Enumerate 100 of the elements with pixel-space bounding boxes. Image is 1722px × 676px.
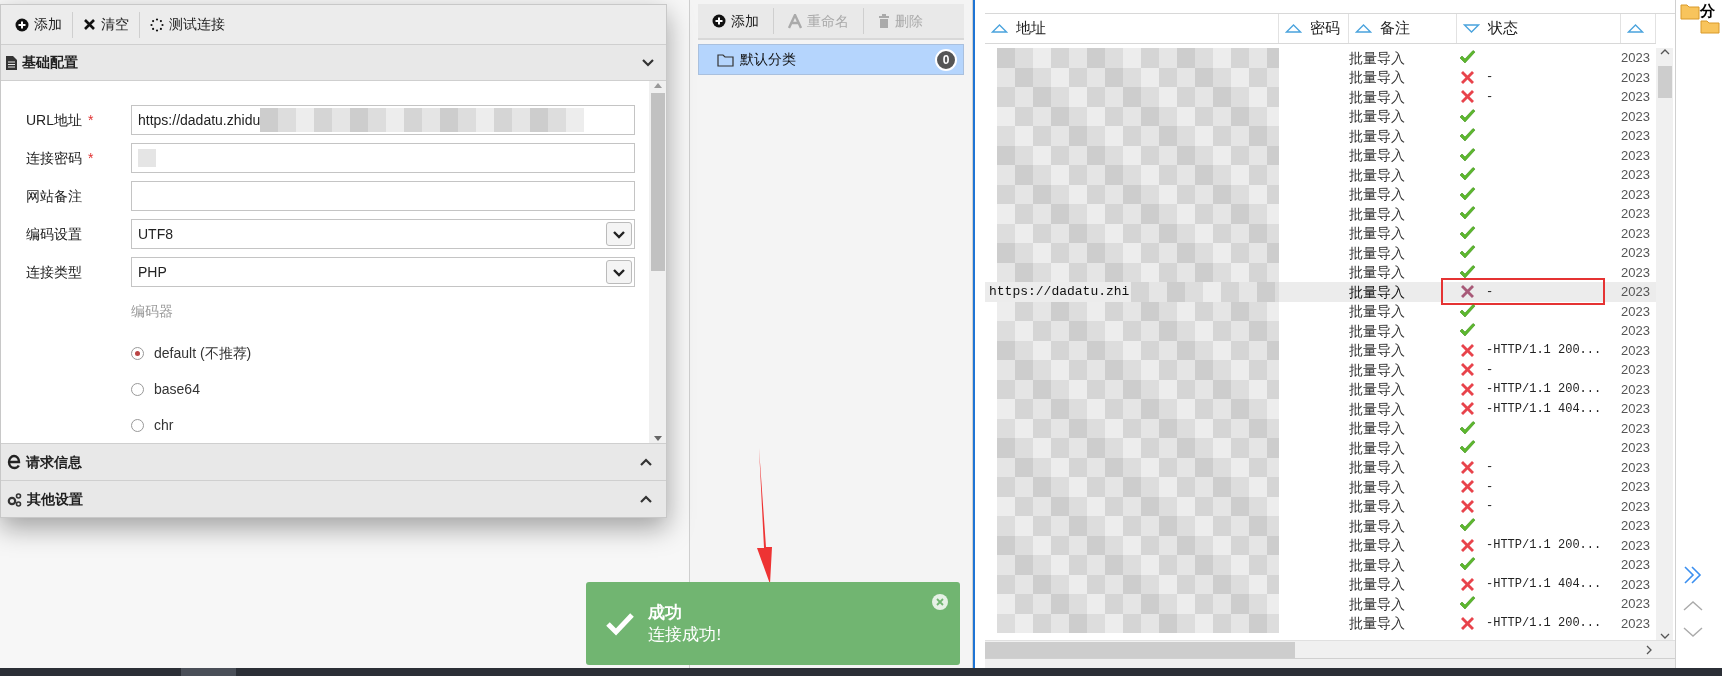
scroll-down-icon[interactable] (1659, 632, 1670, 640)
toolbar-button[interactable]: 清空 (73, 9, 139, 40)
close-icon[interactable] (83, 18, 96, 31)
table-row[interactable]: 批量导入 2023 (985, 184, 1656, 204)
column-header[interactable]: 备注 (1349, 14, 1457, 43)
toolbar-button[interactable]: 添加 (698, 6, 773, 36)
table-row[interactable]: 批量导入 2023 (985, 594, 1656, 614)
check-icon[interactable] (1459, 420, 1476, 436)
table-row[interactable]: 批量导入 2023 (985, 321, 1656, 341)
scroll-up-icon[interactable] (1659, 48, 1670, 56)
cross-icon[interactable] (1459, 614, 1476, 632)
column-header[interactable]: 密码 (1279, 14, 1349, 43)
double-chevron-icon[interactable] (1682, 564, 1704, 586)
cross-icon[interactable] (1459, 361, 1476, 379)
chevron-up-icon[interactable] (640, 493, 652, 505)
scrollbar[interactable] (1656, 48, 1673, 640)
table-row[interactable]: 批量导入 -HTTP/1.1 200... 2023 (985, 535, 1656, 555)
plus-circle-icon[interactable] (15, 17, 29, 32)
check-icon[interactable] (1459, 440, 1476, 456)
table-row[interactable]: 批量导入 -HTTP/1.1 404... 2023 (985, 399, 1656, 419)
check-icon[interactable] (1459, 596, 1476, 612)
chevron-up-icon[interactable] (640, 456, 652, 468)
select-field[interactable]: UTF8 (131, 219, 635, 249)
sort-up-icon[interactable] (991, 23, 1008, 34)
table-row[interactable]: 批量导入 -HTTP/1.1 200... 2023 (985, 613, 1656, 633)
check-icon[interactable] (1459, 167, 1476, 183)
table-row[interactable]: 批量导入 2023 (985, 418, 1656, 438)
table-row[interactable]: 批量导入 2023 (985, 48, 1656, 68)
table-row[interactable]: 批量导入 2023 (985, 126, 1656, 146)
check-icon[interactable] (1459, 108, 1476, 124)
input-field[interactable] (131, 143, 635, 173)
column-header[interactable]: 地址 (985, 14, 1279, 43)
scrollbar[interactable] (649, 81, 666, 443)
table-row[interactable]: 批量导入 2023 (985, 165, 1656, 185)
cross-icon[interactable] (1459, 283, 1476, 301)
cross-icon[interactable] (1459, 497, 1476, 515)
table-row[interactable]: 批量导入 2023 (985, 145, 1656, 165)
cross-icon[interactable] (1459, 341, 1476, 359)
check-icon[interactable] (606, 611, 634, 636)
table-row[interactable]: 批量导入 2023 (985, 555, 1656, 575)
spinner-icon[interactable] (150, 17, 164, 32)
table-row[interactable]: 批量导入 2023 (985, 262, 1656, 282)
radio-button[interactable] (131, 382, 144, 396)
check-icon[interactable] (1459, 147, 1476, 163)
table-row[interactable]: 批量导入 2023 (985, 301, 1656, 321)
table-row[interactable]: 批量导入 2023 (985, 516, 1656, 536)
cross-icon[interactable] (1459, 458, 1476, 476)
table-row[interactable]: 批量导入 2023 (985, 243, 1656, 263)
table-row[interactable]: 批量导入 2023 (985, 223, 1656, 243)
table-row[interactable]: 批量导入 -HTTP/1.1 200... 2023 (985, 379, 1656, 399)
e-logo-icon[interactable] (7, 454, 21, 470)
radio-button[interactable] (131, 418, 144, 432)
close-button[interactable] (932, 594, 948, 610)
horizontal-scrollbar[interactable] (985, 640, 1675, 658)
table-row[interactable]: 批量导入 - 2023 (985, 477, 1656, 497)
cross-icon[interactable] (1459, 478, 1476, 496)
table-row[interactable]: 批量导入 - 2023 (985, 67, 1656, 87)
input-field[interactable] (131, 181, 635, 211)
radio-button[interactable] (131, 346, 144, 360)
chevron-down-icon[interactable] (613, 266, 625, 278)
folder-icon[interactable] (717, 52, 734, 67)
check-icon[interactable] (1459, 225, 1476, 241)
check-icon[interactable] (1459, 50, 1476, 66)
sort-down-icon[interactable] (1463, 23, 1480, 34)
section-header[interactable]: 基础配置 (1, 45, 666, 81)
table-row[interactable]: 批量导入 - 2023 (985, 457, 1656, 477)
table-row[interactable]: 批量导入 - 2023 (985, 360, 1656, 380)
category-item[interactable]: 默认分类 0 (698, 44, 964, 75)
cross-icon[interactable] (1459, 380, 1476, 398)
toolbar-button[interactable]: 添加 (5, 9, 72, 40)
table-row[interactable]: 批量导入 - 2023 (985, 496, 1656, 516)
option-label[interactable]: default (不推荐) (154, 342, 252, 364)
folder-icon[interactable] (1700, 20, 1720, 34)
option-label[interactable]: base64 (154, 378, 200, 400)
cross-icon[interactable] (1459, 88, 1476, 106)
option-label[interactable]: chr (154, 414, 174, 436)
select-field[interactable]: PHP (131, 257, 635, 287)
check-icon[interactable] (1459, 323, 1476, 339)
table-row[interactable]: 批量导入 2023 (985, 106, 1656, 126)
check-icon[interactable] (1459, 186, 1476, 202)
cross-icon[interactable] (1459, 536, 1476, 554)
check-icon[interactable] (1459, 206, 1476, 222)
cross-icon[interactable] (1459, 68, 1476, 86)
table-row[interactable]: 批量导入 - 2023 (985, 87, 1656, 107)
section-header[interactable]: 请求信息 (1, 443, 666, 480)
table-row[interactable]: 批量导入 -HTTP/1.1 200... 2023 (985, 340, 1656, 360)
table-row[interactable]: 批量导入 -HTTP/1.1 404... 2023 (985, 574, 1656, 594)
toolbar-button[interactable]: 测试连接 (140, 9, 235, 40)
sort-up-icon[interactable] (1285, 23, 1302, 34)
check-icon[interactable] (1459, 557, 1476, 573)
check-icon[interactable] (1459, 245, 1476, 261)
gears-icon[interactable] (7, 491, 22, 507)
column-header[interactable]: 状态 (1457, 14, 1621, 43)
check-icon[interactable] (1459, 518, 1476, 534)
table-row[interactable]: 批量导入 2023 (985, 204, 1656, 224)
cross-icon[interactable] (1459, 400, 1476, 418)
chevron-down-icon[interactable] (613, 228, 625, 240)
document-icon[interactable] (5, 54, 18, 71)
scroll-right-icon[interactable] (1645, 644, 1653, 655)
sort-up-icon[interactable] (1355, 23, 1372, 34)
